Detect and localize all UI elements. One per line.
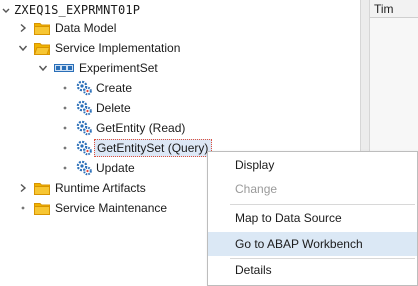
bullet-icon (63, 146, 67, 150)
operation-icon (76, 160, 92, 176)
tree-item-label-selected: GetEntitySet (Query) (94, 139, 213, 157)
chevron-right-icon[interactable] (18, 183, 28, 193)
tree-item-update[interactable]: Update (62, 158, 135, 178)
menu-item-details[interactable]: Details (208, 258, 417, 282)
tree-item-getentity[interactable]: GetEntity (Read) (62, 118, 185, 138)
menu-item-map-to-data-source[interactable]: Map to Data Source (208, 206, 417, 230)
folder-icon (34, 183, 50, 195)
tree-item-label: Update (96, 161, 135, 175)
folder-icon (34, 23, 50, 35)
tree-item-service-implementation[interactable]: Service Implementation (18, 38, 180, 58)
menu-item-go-to-abap-workbench[interactable]: Go to ABAP Workbench (208, 232, 417, 256)
tree-item-data-model[interactable]: Data Model (18, 18, 116, 38)
tree-item-service-maintenance[interactable]: Service Maintenance (18, 198, 167, 218)
tree-item-runtime-artifacts[interactable]: Runtime Artifacts (18, 178, 146, 198)
tree-item-delete[interactable]: Delete (62, 98, 131, 118)
tree-item-label: ExperimentSet (79, 61, 158, 75)
tree-item-label: GetEntity (Read) (96, 121, 186, 135)
menu-separator (230, 204, 415, 205)
chevron-down-icon[interactable] (18, 43, 28, 53)
chevron-down-icon[interactable] (38, 63, 48, 73)
tree-root-label: ZXEQ1S_EXPRMNT01P (14, 3, 141, 17)
operation-icon (76, 100, 92, 116)
operation-icon (76, 80, 92, 96)
chevron-right-icon[interactable] (18, 23, 28, 33)
tree-item-getentityset[interactable]: GetEntitySet (Query) (62, 138, 213, 158)
tree-item-label: Runtime Artifacts (55, 181, 146, 195)
menu-item-change[interactable]: Change (208, 177, 417, 201)
operation-icon (76, 120, 92, 136)
tree-item-create[interactable]: Create (62, 78, 132, 98)
tree-item-experimentset[interactable]: ExperimentSet (38, 58, 158, 78)
folder-open-icon (34, 43, 50, 55)
folder-icon (34, 203, 50, 215)
menu-item-display[interactable]: Display (208, 153, 417, 177)
bullet-icon (21, 206, 25, 210)
bullet-icon (63, 106, 67, 110)
bullet-icon (63, 166, 67, 170)
tree-item-label: Data Model (55, 21, 117, 35)
bullet-icon (63, 126, 67, 130)
tree-root-node[interactable]: ZXEQ1S_EXPRMNT01P (0, 0, 140, 20)
tree-item-label: Delete (96, 101, 131, 115)
tree-item-label: Create (96, 81, 133, 95)
operation-icon (76, 140, 92, 156)
collapse-icon[interactable] (0, 4, 12, 16)
context-menu: Display Change Map to Data Source Go to … (207, 151, 418, 286)
entity-set-icon (54, 64, 74, 72)
bullet-icon (63, 86, 67, 90)
tree-item-label: Service Implementation (55, 41, 181, 55)
tree-item-label: Service Maintenance (55, 201, 168, 215)
column-header[interactable]: Tim (370, 0, 418, 18)
